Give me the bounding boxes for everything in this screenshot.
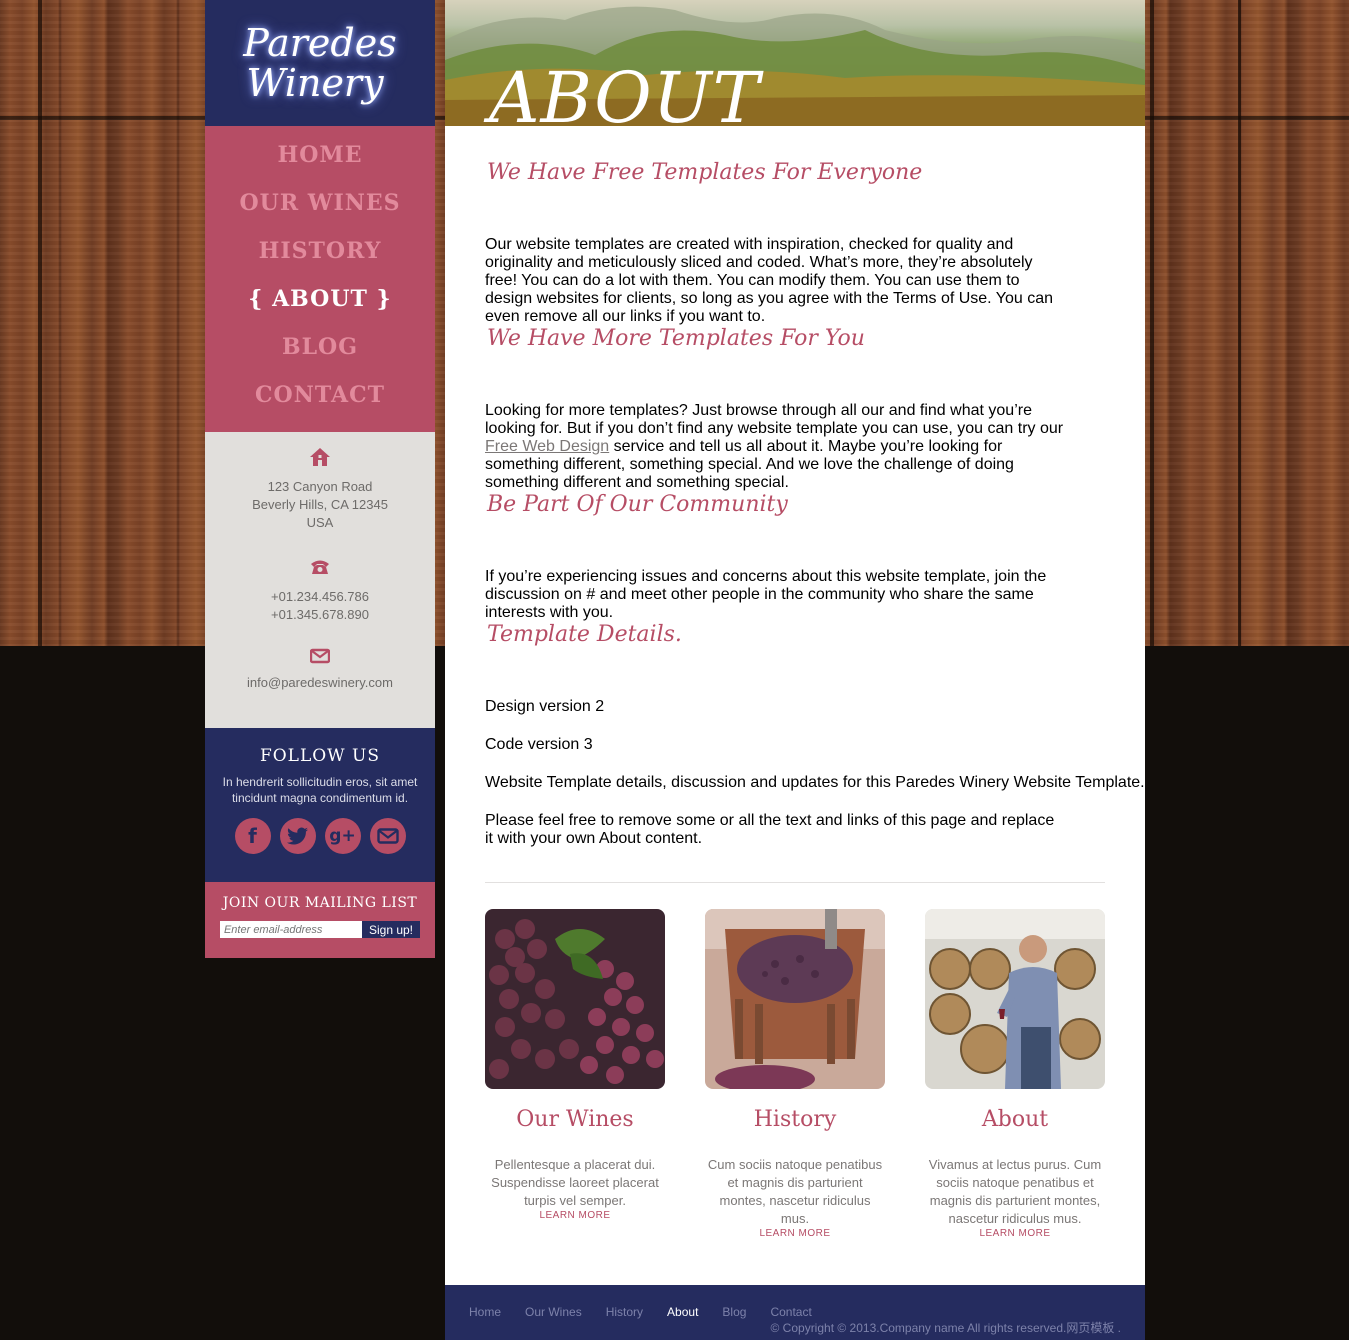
- footer-link-history[interactable]: History: [606, 1305, 643, 1319]
- follow-title: FOLLOW US: [259, 746, 381, 766]
- section-heading-community: Be Part Of Our Community: [487, 492, 788, 517]
- address-line-2: Beverly Hills, CA 12345: [252, 497, 388, 512]
- logo-line2: Winery: [246, 61, 384, 105]
- replace-content-text: Please feel free to remove some or all t…: [485, 812, 1055, 847]
- nav-item-our-wines[interactable]: OUR WINES: [205, 186, 435, 234]
- code-version-text: Code version 3: [485, 736, 593, 753]
- footer-link-our-wines[interactable]: Our Wines: [525, 1305, 582, 1319]
- card-title-about[interactable]: About: [925, 1107, 1105, 1132]
- card-text-history: Cum sociis natoque penatibus et magnis d…: [707, 1157, 883, 1226]
- sidebar: Paredes Winery HOME OUR WINES HISTORY { …: [205, 0, 435, 958]
- nav-item-blog[interactable]: BLOG: [205, 330, 435, 378]
- social-links: f g+: [205, 818, 435, 854]
- follow-us: FOLLOW US In hendrerit sollicitudin eros…: [205, 728, 435, 882]
- envelope-icon: [310, 648, 330, 664]
- contact-info: 123 Canyon Road Beverly Hills, CA 12345 …: [205, 432, 435, 728]
- learn-more-about[interactable]: LEARN MORE: [925, 1228, 1105, 1239]
- divider: [485, 882, 1105, 883]
- address-line-3: USA: [306, 515, 334, 530]
- wine-press-image[interactable]: [705, 909, 885, 1089]
- grapes-image[interactable]: [485, 909, 665, 1089]
- section-heading-free-templates: We Have Free Templates For Everyone: [487, 160, 923, 185]
- copyright: © Copyright © 2013.Company name All righ…: [770, 1321, 1122, 1335]
- home-icon: [310, 448, 330, 466]
- mailing-list: JOIN OUR MAILING LIST Sign up!: [205, 882, 435, 958]
- footer-link-blog[interactable]: Blog: [722, 1305, 746, 1319]
- section-heading-more-templates: We Have More Templates For You: [487, 326, 865, 351]
- footer-nav: Home Our Wines History About Blog Contac…: [469, 1305, 812, 1319]
- winemaker-image[interactable]: [925, 909, 1105, 1089]
- template-details-text: Website Template details, discussion and…: [485, 774, 1145, 791]
- design-version-text: Design version 2: [485, 698, 605, 715]
- card-text-about: Vivamus at lectus purus. Cum sociis nato…: [928, 1157, 1102, 1226]
- facebook-icon[interactable]: f: [234, 818, 271, 854]
- signup-button[interactable]: Sign up!: [361, 921, 421, 938]
- card-our-wines: Our Wines Pellentesque a placerat dui. S…: [485, 909, 665, 1221]
- footer: Home Our Wines History About Blog Contac…: [445, 1285, 1145, 1340]
- address-line-1: 123 Canyon Road: [267, 479, 373, 494]
- page-title: ABOUT: [489, 57, 761, 126]
- card-title-our-wines[interactable]: Our Wines: [485, 1107, 665, 1132]
- section-text-free-templates: Our website templates are created with i…: [485, 236, 1054, 325]
- footer-link-about[interactable]: About: [667, 1305, 698, 1319]
- main-content: ABOUT We Have Free Templates For Everyon…: [445, 0, 1145, 1285]
- contact-email[interactable]: info@paredeswinery.com: [205, 674, 435, 692]
- google-plus-icon[interactable]: g+: [324, 818, 361, 854]
- mailing-title: JOIN OUR MAILING LIST: [222, 895, 418, 911]
- nav-item-history[interactable]: HISTORY: [205, 234, 435, 282]
- learn-more-history[interactable]: LEARN MORE: [705, 1228, 885, 1239]
- mailing-form: Sign up!: [205, 921, 435, 938]
- section-heading-template-details: Template Details.: [487, 622, 682, 647]
- card-about: About Vivamus at lectus purus. Cum socii…: [925, 909, 1105, 1239]
- card-title-history[interactable]: History: [705, 1107, 885, 1132]
- logo[interactable]: Paredes Winery: [205, 0, 435, 126]
- nav-item-about[interactable]: { ABOUT }: [205, 282, 435, 330]
- section-text-community: If you’re experiencing issues and concer…: [485, 568, 1047, 621]
- section-text-more-templates: Looking for more templates? Just browse …: [485, 402, 1075, 492]
- twitter-icon[interactable]: [279, 818, 316, 854]
- card-history: History Cum sociis natoque penatibus et …: [705, 909, 885, 1239]
- card-text-our-wines: Pellentesque a placerat dui. Suspendisse…: [491, 1157, 659, 1208]
- email-icon[interactable]: [369, 818, 406, 854]
- phone-2: +01.345.678.890: [271, 607, 369, 622]
- follow-text: In hendrerit sollicitudin eros, sit amet…: [222, 775, 418, 805]
- footer-link-home[interactable]: Home: [469, 1305, 501, 1319]
- logo-line1: Paredes: [243, 21, 397, 65]
- free-web-design-link[interactable]: Free Web Design: [485, 438, 609, 455]
- logo-text: Paredes Winery: [220, 23, 420, 103]
- main-nav: HOME OUR WINES HISTORY { ABOUT } BLOG CO…: [205, 126, 435, 432]
- learn-more-our-wines[interactable]: LEARN MORE: [485, 1210, 665, 1221]
- nav-item-contact[interactable]: CONTACT: [205, 378, 435, 426]
- page-banner: ABOUT: [445, 0, 1145, 126]
- email-input[interactable]: [219, 921, 362, 938]
- nav-item-home[interactable]: HOME: [205, 138, 435, 186]
- footer-link-contact[interactable]: Contact: [770, 1305, 811, 1319]
- phone-icon: [311, 560, 329, 574]
- phone-1: +01.234.456.786: [271, 589, 369, 604]
- more-templates-text-1: Looking for more templates? Just browse …: [485, 402, 1064, 437]
